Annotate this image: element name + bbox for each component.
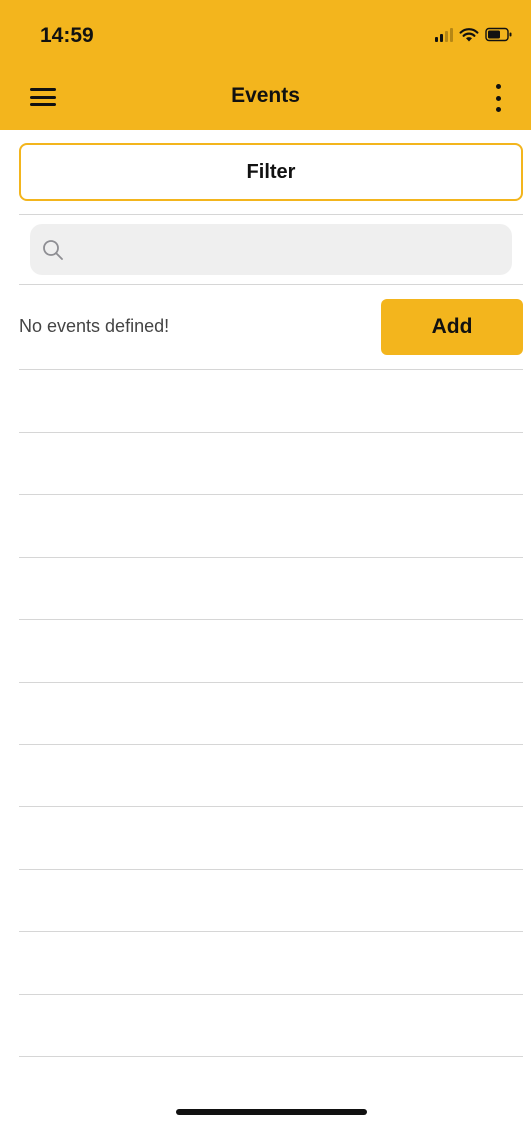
list-divider	[19, 619, 523, 620]
list-divider	[19, 994, 523, 995]
signal-icon	[435, 27, 453, 42]
list-divider	[19, 369, 523, 370]
list-divider	[19, 744, 523, 745]
empty-events-message: No events defined!	[19, 316, 170, 336]
list-divider	[19, 494, 523, 495]
divider	[19, 214, 523, 215]
search-icon	[43, 239, 63, 260]
add-event-button[interactable]: Add	[381, 299, 523, 355]
filter-button[interactable]: Filter	[19, 143, 523, 201]
search-input[interactable]	[72, 239, 492, 260]
list-divider	[19, 557, 523, 558]
app-header: 14:59 Events	[0, 0, 531, 130]
search-bar[interactable]	[30, 224, 512, 275]
list-divider	[19, 682, 523, 683]
battery-icon	[485, 27, 512, 42]
vertical-ellipsis-icon[interactable]	[493, 84, 503, 112]
status-time: 14:59	[40, 24, 94, 47]
list-divider	[19, 1056, 523, 1057]
home-indicator[interactable]	[176, 1109, 367, 1115]
divider	[19, 284, 523, 285]
list-divider	[19, 806, 523, 807]
status-icons	[435, 27, 513, 42]
list-divider	[19, 869, 523, 870]
page-title: Events	[231, 84, 300, 107]
list-divider	[19, 432, 523, 433]
list-divider	[19, 931, 523, 932]
wifi-icon	[459, 28, 479, 42]
